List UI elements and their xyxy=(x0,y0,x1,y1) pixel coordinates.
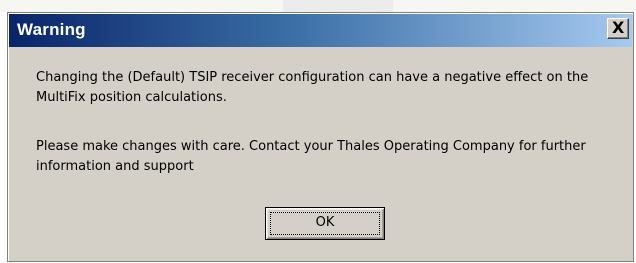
warning-dialog: Warning X Changing the (Default) TSIP re… xyxy=(7,12,634,262)
background-strip xyxy=(0,0,636,12)
title-bar[interactable]: Warning X xyxy=(9,14,632,47)
close-button[interactable]: X xyxy=(607,18,629,39)
ok-button-label: OK xyxy=(315,215,335,230)
warning-message: Changing the (Default) TSIP receiver con… xyxy=(36,70,589,105)
dialog-title: Warning xyxy=(17,20,86,39)
close-icon: X xyxy=(612,18,625,37)
background-highlight xyxy=(283,0,393,12)
care-message: Please make changes with care. Contact y… xyxy=(36,139,586,174)
ok-button[interactable]: OK xyxy=(265,207,385,240)
